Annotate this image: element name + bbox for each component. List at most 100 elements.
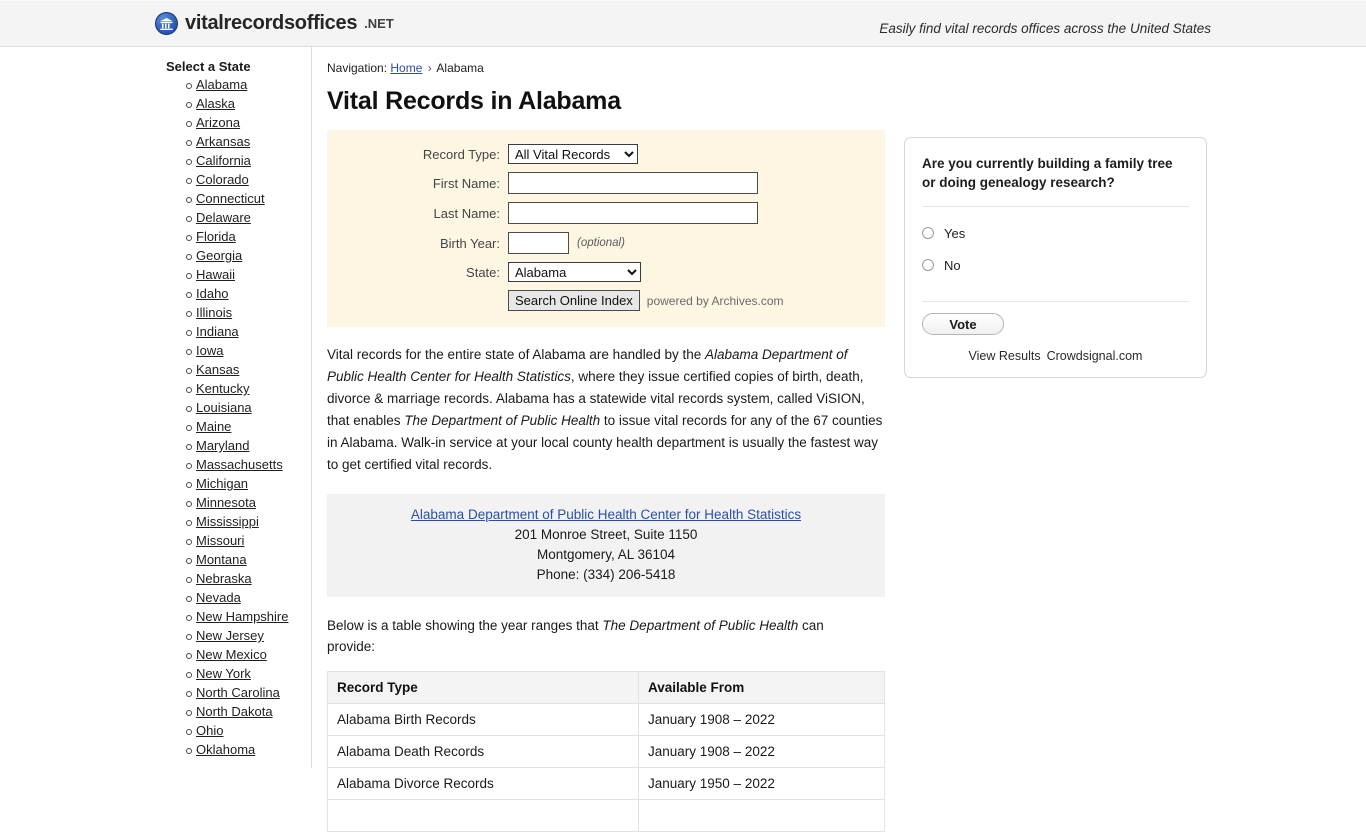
office-name-link[interactable]: Alabama Department of Public Health Cent… bbox=[411, 507, 801, 522]
state-list-item[interactable]: Kentucky bbox=[0, 379, 311, 398]
state-link-alabama[interactable]: Alabama bbox=[196, 77, 247, 92]
state-link-ohio[interactable]: Ohio bbox=[196, 723, 223, 738]
state-list-item[interactable]: Massachusetts bbox=[0, 455, 311, 474]
first-name-input[interactable] bbox=[508, 172, 758, 194]
state-list-item[interactable]: North Carolina bbox=[0, 683, 311, 702]
state-list-item[interactable]: New Jersey bbox=[0, 626, 311, 645]
cell-record-type: Alabama Divorce Records bbox=[327, 767, 639, 800]
state-link-michigan[interactable]: Michigan bbox=[196, 476, 248, 491]
vote-button[interactable]: Vote bbox=[922, 313, 1004, 335]
table-row bbox=[327, 799, 885, 832]
state-list-item[interactable]: Indiana bbox=[0, 322, 311, 341]
state-list-item[interactable]: New Mexico bbox=[0, 645, 311, 664]
state-list-item[interactable]: Maine bbox=[0, 417, 311, 436]
state-link-maryland[interactable]: Maryland bbox=[196, 438, 249, 453]
search-online-index-button[interactable]: Search Online Index bbox=[508, 290, 640, 311]
state-link-mississippi[interactable]: Mississippi bbox=[196, 514, 259, 529]
state-list-item[interactable]: Alaska bbox=[0, 94, 311, 113]
state-list-item[interactable]: Iowa bbox=[0, 341, 311, 360]
view-results-link[interactable]: View Results bbox=[969, 349, 1041, 363]
state-link-minnesota[interactable]: Minnesota bbox=[196, 495, 256, 510]
state-list-item[interactable]: Nevada bbox=[0, 588, 311, 607]
state-link-massachusetts[interactable]: Massachusetts bbox=[196, 457, 283, 472]
last-name-input[interactable] bbox=[508, 202, 758, 224]
page-body: Select a State Alabama Alaska Arizona Arkan… bbox=[0, 47, 1366, 832]
state-link-maine[interactable]: Maine bbox=[196, 419, 231, 434]
state-list-item[interactable]: Florida bbox=[0, 227, 311, 246]
state-link-connecticut[interactable]: Connecticut bbox=[196, 191, 265, 206]
state-list-item[interactable]: Maryland bbox=[0, 436, 311, 455]
state-list-item[interactable]: Kansas bbox=[0, 360, 311, 379]
state-link-louisiana[interactable]: Louisiana bbox=[196, 400, 252, 415]
state-link-california[interactable]: California bbox=[196, 153, 251, 168]
state-sidebar: Select a State Alabama Alaska Arizona Arkan… bbox=[0, 47, 312, 768]
state-link-idaho[interactable]: Idaho bbox=[196, 286, 229, 301]
state-list-item[interactable]: Idaho bbox=[0, 284, 311, 303]
state-link-oklahoma[interactable]: Oklahoma bbox=[196, 742, 255, 757]
state-link-alaska[interactable]: Alaska bbox=[196, 96, 235, 111]
state-list-item[interactable]: Oklahoma bbox=[0, 740, 311, 759]
crowdsignal-link[interactable]: Crowdsignal.com bbox=[1047, 349, 1143, 363]
state-link-new-hampshire[interactable]: New Hampshire bbox=[196, 609, 288, 624]
state-list-item[interactable]: Arkansas bbox=[0, 132, 311, 151]
state-list-item[interactable]: Michigan bbox=[0, 474, 311, 493]
state-list-item[interactable]: North Dakota bbox=[0, 702, 311, 721]
state-link-iowa[interactable]: Iowa bbox=[196, 343, 223, 358]
state-list-item[interactable]: Louisiana bbox=[0, 398, 311, 417]
state-link-new-jersey[interactable]: New Jersey bbox=[196, 628, 264, 643]
table-header-row: Record Type Available From bbox=[327, 671, 885, 704]
breadcrumb-link-home[interactable]: Home bbox=[390, 61, 422, 75]
state-link-north-carolina[interactable]: North Carolina bbox=[196, 685, 280, 700]
state-select[interactable]: Alabama bbox=[508, 262, 641, 282]
state-list-item[interactable]: New Hampshire bbox=[0, 607, 311, 626]
birth-year-input[interactable] bbox=[508, 232, 569, 254]
state-link-kansas[interactable]: Kansas bbox=[196, 362, 239, 377]
state-link-north-dakota[interactable]: North Dakota bbox=[196, 704, 273, 719]
state-link-new-mexico[interactable]: New Mexico bbox=[196, 647, 267, 662]
form-row-record-type: Record Type: All Vital Records bbox=[327, 144, 885, 164]
state-link-georgia[interactable]: Georgia bbox=[196, 248, 242, 263]
state-list-item[interactable]: Mississippi bbox=[0, 512, 311, 531]
brand-tld: .NET bbox=[364, 16, 394, 31]
state-list-item[interactable]: Arizona bbox=[0, 113, 311, 132]
state-list-item[interactable]: California bbox=[0, 151, 311, 170]
state-link-nevada[interactable]: Nevada bbox=[196, 590, 241, 605]
office-city-state-zip: Montgomery, AL 36104 bbox=[536, 547, 676, 562]
state-list-item[interactable]: Montana bbox=[0, 550, 311, 569]
state-link-arkansas[interactable]: Arkansas bbox=[196, 134, 250, 149]
state-list-item[interactable]: Delaware bbox=[0, 208, 311, 227]
state-list-item[interactable]: Illinois bbox=[0, 303, 311, 322]
state-link-montana[interactable]: Montana bbox=[196, 552, 247, 567]
state-link-delaware[interactable]: Delaware bbox=[196, 210, 251, 225]
state-link-florida[interactable]: Florida bbox=[196, 229, 236, 244]
state-link-arizona[interactable]: Arizona bbox=[196, 115, 240, 130]
record-type-select[interactable]: All Vital Records bbox=[508, 144, 638, 164]
state-list-item[interactable]: Connecticut bbox=[0, 189, 311, 208]
cell-available-from bbox=[638, 799, 885, 832]
state-list-item[interactable]: Colorado bbox=[0, 170, 311, 189]
poll-option-yes[interactable]: Yes bbox=[922, 217, 1189, 249]
radio-button-yes[interactable] bbox=[922, 227, 934, 239]
state-link-missouri[interactable]: Missouri bbox=[196, 533, 244, 548]
state-link-nebraska[interactable]: Nebraska bbox=[196, 571, 252, 586]
state-link-illinois[interactable]: Illinois bbox=[196, 305, 232, 320]
site-logo-link[interactable]: vitalrecordsoffices .NET bbox=[155, 12, 394, 35]
state-link-kentucky[interactable]: Kentucky bbox=[196, 381, 249, 396]
poll-option-no[interactable]: No bbox=[922, 249, 1189, 281]
state-link-colorado[interactable]: Colorado bbox=[196, 172, 249, 187]
radio-button-no[interactable] bbox=[922, 259, 934, 271]
state-link-indiana[interactable]: Indiana bbox=[196, 324, 239, 339]
state-list-item[interactable]: New York bbox=[0, 664, 311, 683]
state-list-item[interactable]: Missouri bbox=[0, 531, 311, 550]
form-row-last-name: Last Name: bbox=[327, 202, 885, 224]
state-link-hawaii[interactable]: Hawaii bbox=[196, 267, 235, 282]
state-list-item[interactable]: Ohio bbox=[0, 721, 311, 740]
state-list-item[interactable]: Nebraska bbox=[0, 569, 311, 588]
state-link-new-york[interactable]: New York bbox=[196, 666, 251, 681]
state-list-item[interactable]: Georgia bbox=[0, 246, 311, 265]
state-list-item[interactable]: Minnesota bbox=[0, 493, 311, 512]
table-intro-paragraph: Below is a table showing the year ranges… bbox=[327, 615, 867, 657]
state-list-item[interactable]: Hawaii bbox=[0, 265, 311, 284]
cell-record-type: Alabama Birth Records bbox=[327, 703, 639, 736]
state-list-item[interactable]: Alabama bbox=[0, 75, 311, 94]
